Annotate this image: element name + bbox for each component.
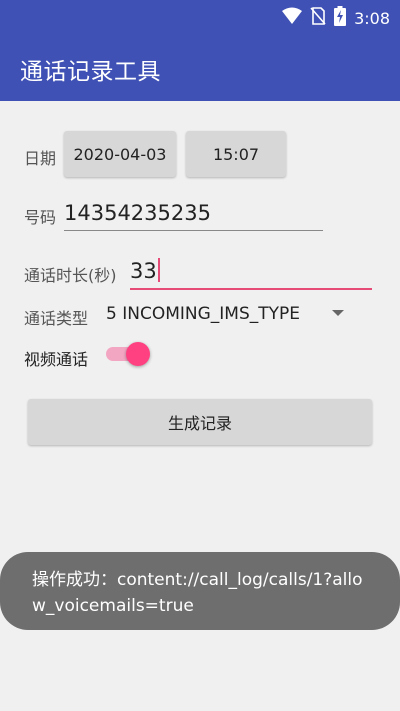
number-label: 号码 [24, 208, 57, 227]
app-title: 通话记录工具 [20, 59, 161, 85]
date-label: 日期 [24, 149, 57, 168]
dropdown-arrow-icon [332, 310, 344, 316]
status-time: 3:08 [354, 8, 390, 28]
video-call-label: 视频通话 [24, 350, 89, 369]
duration-input-value: 33 [130, 259, 157, 283]
call-type-value: 5 INCOMING_IMS_TYPE [106, 304, 301, 324]
status-icons: 3:08 [282, 6, 390, 30]
no-sim-icon [310, 7, 326, 29]
toast-message: 操作成功：content://call_log/calls/1?allow_vo… [0, 552, 400, 630]
date-picker-button[interactable]: 2020-04-03 [64, 131, 176, 177]
status-bar: 3:08 [0, 0, 400, 33]
number-input-value: 14354235235 [64, 201, 211, 225]
video-call-switch[interactable] [104, 338, 154, 370]
wifi-icon [282, 7, 303, 29]
duration-label: 通话时长(秒) [24, 266, 117, 285]
battery-charging-icon [334, 6, 347, 30]
number-input[interactable]: 14354235235 [64, 198, 323, 231]
text-cursor [157, 258, 160, 282]
call-type-spinner[interactable]: 5 INCOMING_IMS_TYPE [104, 298, 354, 330]
call-type-label: 通话类型 [24, 309, 89, 328]
duration-input[interactable]: 33 [130, 256, 372, 290]
app-bar: 通话记录工具 [0, 33, 400, 101]
time-picker-button[interactable]: 15:07 [186, 131, 286, 177]
switch-thumb [126, 342, 150, 366]
generate-record-button[interactable]: 生成记录 [28, 399, 372, 445]
